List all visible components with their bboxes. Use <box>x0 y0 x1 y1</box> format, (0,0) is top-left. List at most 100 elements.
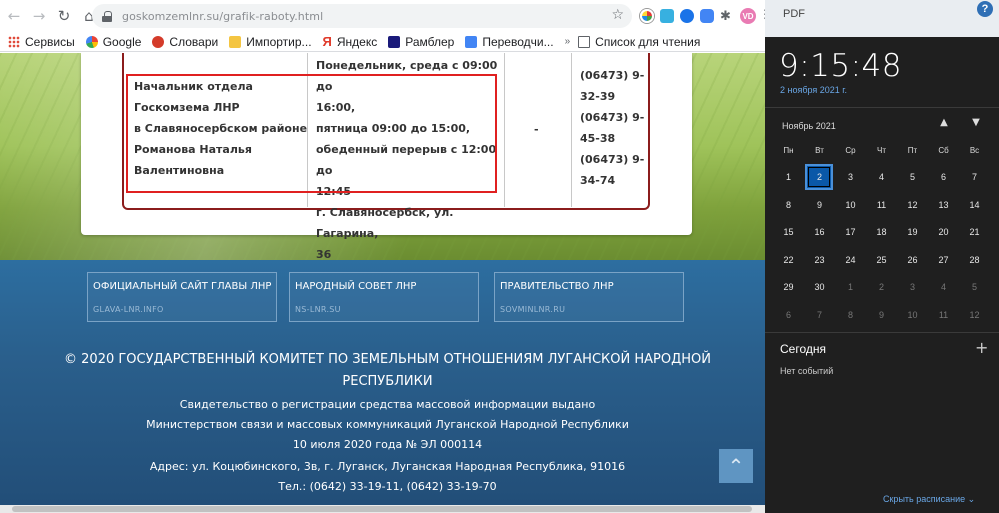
calendar-day[interactable]: 3 <box>897 274 928 300</box>
forward-button[interactable]: → <box>28 5 50 27</box>
calendar-day[interactable]: 14 <box>959 192 990 218</box>
footer-link-glava[interactable]: ОФИЦИАЛЬНЫЙ САЙТ ГЛАВЫ ЛНР GLAVA-LNR.INF… <box>87 272 277 322</box>
copyright-text: © 2020 ГОСУДАРСТВЕННЫЙ КОМИТЕТ ПО ЗЕМЕЛЬ… <box>64 352 711 367</box>
calendar-day[interactable]: 17 <box>835 219 866 245</box>
bookmark-rambler[interactable]: Рамблер <box>388 35 454 49</box>
calendar-day[interactable]: 7 <box>804 302 835 328</box>
calendar-day[interactable]: 6 <box>773 302 804 328</box>
help-icon[interactable]: ? <box>977 1 993 17</box>
calendar-day[interactable]: 5 <box>897 164 928 190</box>
bookmark-imported[interactable]: Импортир... <box>229 35 312 49</box>
phones-cell: (06473) 9- 32-39 (06473) 9- 45-38 (06473… <box>580 69 645 187</box>
calendar-day[interactable]: 8 <box>773 192 804 218</box>
registration-text: Свидетельство о регистрации средства мас… <box>179 398 596 411</box>
background-window: PDF ? <box>765 0 999 37</box>
calendar-day[interactable]: 3 <box>835 164 866 190</box>
divider <box>765 107 999 108</box>
extension-icon[interactable] <box>640 9 654 23</box>
next-month-icon[interactable]: ▼ <box>969 117 983 131</box>
calendar-day[interactable]: 4 <box>866 164 897 190</box>
bookmark-reading-list[interactable]: Список для чтения <box>578 35 700 49</box>
bookmarks-more-button[interactable]: » <box>565 36 571 47</box>
calendar-day[interactable]: 1 <box>835 274 866 300</box>
bookmark-google[interactable]: Google <box>85 35 141 49</box>
full-date-link[interactable]: 2 ноября 2021 г. <box>780 85 847 95</box>
extension-icon[interactable] <box>660 9 674 23</box>
table-divider <box>504 53 505 207</box>
horizontal-scrollbar[interactable] <box>0 505 765 513</box>
calendar-day[interactable]: 15 <box>773 219 804 245</box>
calendar-day[interactable]: 12 <box>959 302 990 328</box>
calendar-day[interactable]: 11 <box>866 192 897 218</box>
calendar-day[interactable]: 7 <box>959 164 990 190</box>
registration-text-2: Министерством связи и массовых коммуника… <box>146 418 629 431</box>
reading-list-icon <box>578 35 591 48</box>
extension-icon[interactable] <box>700 9 714 23</box>
profile-avatar[interactable]: VD <box>740 8 756 24</box>
rambler-icon <box>388 35 401 48</box>
weekday-label: Вс <box>969 146 980 155</box>
phone-text: Тел.: (0642) 33-19-11, (0642) 33-19-70 <box>278 480 497 493</box>
bookmark-translator[interactable]: Переводчи... <box>465 35 554 49</box>
calendar-day[interactable]: 10 <box>897 302 928 328</box>
add-event-icon[interactable]: + <box>975 338 988 357</box>
folder-icon <box>229 35 242 48</box>
calendar-month-label[interactable]: Ноябрь 2021 <box>782 121 836 131</box>
calendar-day[interactable]: 26 <box>897 247 928 273</box>
registration-number: 10 июля 2020 года № ЭЛ 000114 <box>292 438 483 451</box>
calendar-day[interactable]: 6 <box>928 164 959 190</box>
calendar-day[interactable]: 9 <box>866 302 897 328</box>
address-bar[interactable]: goskomzemlnr.su/grafik-raboty.html ☆ <box>92 4 632 28</box>
calendar-day[interactable]: 21 <box>959 219 990 245</box>
calendar-day[interactable]: 4 <box>928 274 959 300</box>
calendar-day[interactable]: 27 <box>928 247 959 273</box>
calendar-day[interactable]: 23 <box>804 247 835 273</box>
calendar-day[interactable]: 18 <box>866 219 897 245</box>
hide-schedule-link[interactable]: Скрыть расписание ⌄ <box>883 494 975 505</box>
back-button[interactable]: ← <box>3 5 25 27</box>
bookmark-dictionaries[interactable]: Словари <box>152 35 218 49</box>
calendar-day[interactable]: 2 <box>804 164 835 190</box>
calendar-day[interactable]: 25 <box>866 247 897 273</box>
calendar-day[interactable]: 19 <box>897 219 928 245</box>
weekday-label: Чт <box>877 146 886 155</box>
calendar-day[interactable]: 11 <box>928 302 959 328</box>
background-window-text: PDF <box>783 8 805 20</box>
footer-link-pravitelstvo[interactable]: ПРАВИТЕЛЬСТВО ЛНР SOVMINLNR.RU <box>494 272 684 322</box>
calendar-day[interactable]: 13 <box>928 192 959 218</box>
calendar-flyout: 9:15:48 2 ноября 2021 г. Ноябрь 2021 ▲ ▼… <box>765 37 999 513</box>
calendar-day[interactable]: 1 <box>773 164 804 190</box>
extension-icon[interactable] <box>680 9 694 23</box>
divider <box>765 332 999 333</box>
lock-icon <box>102 10 112 22</box>
url-text: goskomzemlnr.su/grafik-raboty.html <box>122 9 324 23</box>
calendar-day[interactable]: 22 <box>773 247 804 273</box>
translate-icon <box>465 35 478 48</box>
reload-button[interactable]: ↻ <box>53 5 75 27</box>
scroll-to-top-button[interactable]: ⌃ <box>719 449 753 483</box>
scrollbar-thumb[interactable] <box>12 506 752 512</box>
calendar-day[interactable]: 24 <box>835 247 866 273</box>
site-footer: ОФИЦИАЛЬНЫЙ САЙТ ГЛАВЫ ЛНР GLAVA-LNR.INF… <box>0 260 765 505</box>
calendar-day[interactable]: 5 <box>959 274 990 300</box>
copyright-text-2: РЕСПУБЛИКИ <box>342 374 433 389</box>
table-divider <box>571 53 572 207</box>
calendar-day[interactable]: 12 <box>897 192 928 218</box>
calendar-day[interactable]: 16 <box>804 219 835 245</box>
bookmark-services[interactable]: Сервисы <box>8 35 75 49</box>
footer-link-narodny-sovet[interactable]: НАРОДНЫЙ СОВЕТ ЛНР NS-LNR.SU <box>289 272 479 322</box>
extensions-puzzle-icon[interactable]: ✱ <box>720 8 731 24</box>
bookmark-yandex[interactable]: Я Яндекс <box>323 34 378 49</box>
weekday-label: Пн <box>783 146 794 155</box>
calendar-day[interactable]: 8 <box>835 302 866 328</box>
previous-month-icon[interactable]: ▲ <box>937 117 951 131</box>
calendar-day[interactable]: 2 <box>866 274 897 300</box>
calendar-day[interactable]: 9 <box>804 192 835 218</box>
calendar-day[interactable]: 30 <box>804 274 835 300</box>
calendar-day[interactable]: 20 <box>928 219 959 245</box>
calendar-day[interactable]: 10 <box>835 192 866 218</box>
calendar-day[interactable]: 29 <box>773 274 804 300</box>
calendar-day[interactable]: 28 <box>959 247 990 273</box>
bookmark-star-icon[interactable]: ☆ <box>611 7 624 23</box>
browser-window: ← → ↻ ⌂ goskomzemlnr.su/grafik-raboty.ht… <box>0 0 765 513</box>
